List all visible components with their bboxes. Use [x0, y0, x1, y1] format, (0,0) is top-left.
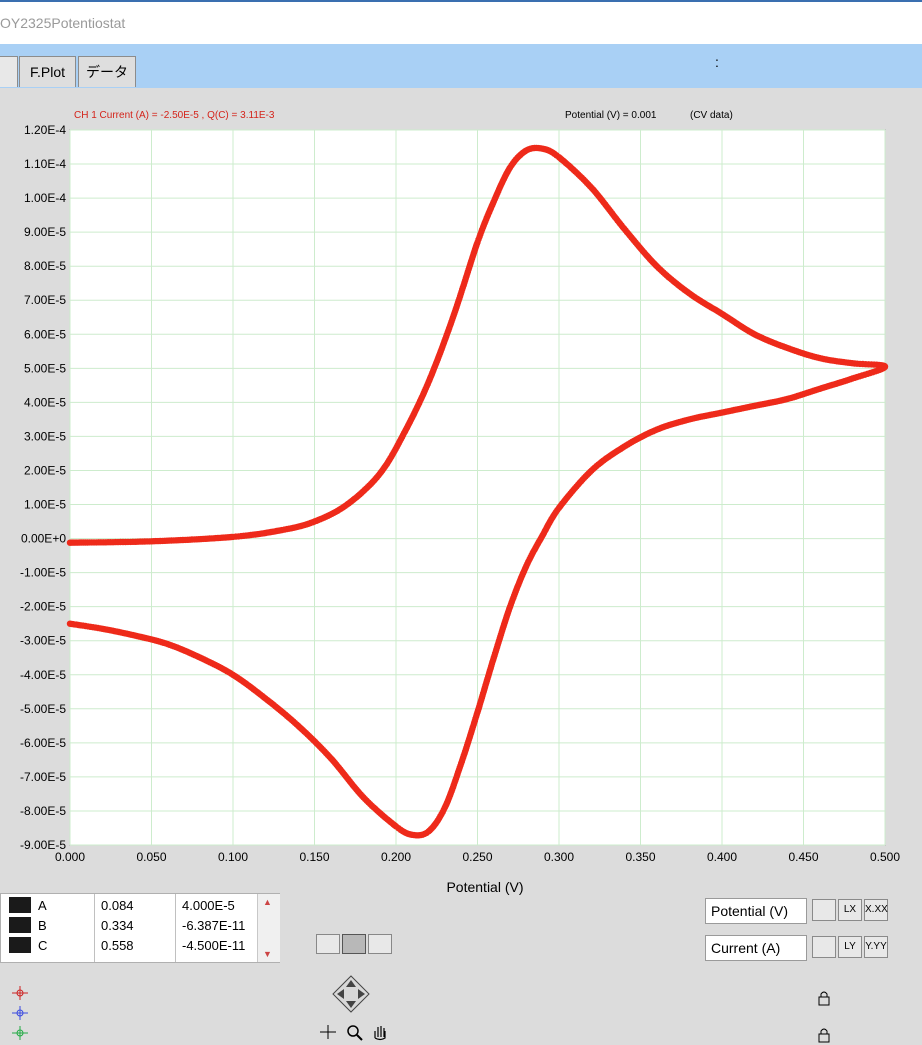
cursor-name: B	[38, 918, 47, 933]
x-tick-label: 0.100	[218, 850, 248, 864]
cursor-name: A	[38, 898, 47, 913]
cursor-name: C	[38, 938, 48, 953]
x-axis-label: Potential (V)	[446, 879, 523, 895]
x-autoscale-button[interactable]: LX	[838, 899, 862, 921]
y-tick-label: 5.00E-5	[24, 361, 66, 375]
x-format-button[interactable]: X.XX	[864, 899, 888, 921]
y-tick-label: 1.00E-4	[24, 191, 66, 205]
zoom-tool-button[interactable]	[342, 934, 366, 1041]
lock-icon	[818, 991, 830, 1006]
zoom-icon	[347, 1025, 363, 1041]
y-tick-label: 1.00E-5	[24, 498, 66, 512]
y-tick-label: 1.20E-4	[24, 123, 66, 137]
x-tick-label: 0.400	[707, 850, 737, 864]
title-bar: OY2325Potentiostat	[0, 0, 922, 44]
tab-bar: F.Plot データ :	[0, 44, 922, 88]
cv-chart: 1.20E-4 1.10E-4 1.00E-4 9.00E-5 8.00E-5 7.00E…	[20, 110, 900, 895]
y-tick-label: -2.00E-5	[20, 600, 66, 614]
y-tick-label: 4.00E-5	[24, 395, 66, 409]
cursor-x: 0.084	[101, 898, 134, 913]
y-tick-label: -3.00E-5	[20, 634, 66, 648]
y-tick-label: -8.00E-5	[20, 804, 66, 818]
cursor-row-b[interactable]: B 0.334 -6.387E-11	[1, 916, 281, 1020]
cursor-table: A 0.084 4.000E-5 B 0.334 -6.387E-11 C 0.…	[0, 893, 281, 1040]
y-tick-label: 1.10E-4	[24, 157, 66, 171]
x-axis-name-field[interactable]: Potential (V)	[705, 898, 807, 924]
y-tick-labels: 1.20E-4 1.10E-4 1.00E-4 9.00E-5 8.00E-5 7.00E…	[20, 123, 66, 852]
y-tick-label: 8.00E-5	[24, 259, 66, 273]
y-tick-label: 7.00E-5	[24, 293, 66, 307]
y-tick-label: 6.00E-5	[24, 327, 66, 341]
cursor-y: -6.387E-11	[182, 918, 246, 933]
y-tick-label: -7.00E-5	[20, 770, 66, 784]
tab-data[interactable]: データ	[78, 56, 136, 87]
x-tick-label: 0.350	[625, 850, 655, 864]
lock-icon	[818, 1028, 830, 1043]
x-tick-label: 0.000	[55, 850, 85, 864]
diamond-pad-icon	[332, 975, 370, 1013]
y-tick-label: -6.00E-5	[20, 736, 66, 750]
window-title: OY2325Potentiostat	[0, 15, 126, 31]
y-autoscale-button[interactable]: LY	[838, 936, 862, 958]
pan-tool-button[interactable]	[368, 934, 392, 1041]
tab-fplot[interactable]: F.Plot	[19, 56, 76, 87]
cursor-c-icon	[9, 937, 31, 1040]
x-lock-button[interactable]	[812, 899, 836, 1006]
crosshair-icon	[320, 1025, 336, 1039]
cursor-movement-pad[interactable]	[332, 887, 370, 1013]
x-tick-label: 0.150	[299, 850, 329, 864]
cursor-b-icon	[9, 917, 31, 1020]
tabbar-colon: :	[715, 54, 719, 70]
crosshair-tool-button[interactable]	[316, 934, 340, 1039]
graph-header-right-tag: (CV data)	[690, 110, 733, 121]
cursor-x: 0.334	[101, 918, 134, 933]
scroll-down-icon[interactable]: ▼	[263, 949, 272, 959]
cursor-row-a[interactable]: A 0.084 4.000E-5	[1, 896, 281, 1000]
y-tick-label: -4.00E-5	[20, 668, 66, 682]
y-tick-label: 2.00E-5	[24, 463, 66, 477]
x-tick-label: 0.200	[381, 850, 411, 864]
graph-header-left: CH 1 Current (A) = -2.50E-5 , Q(C) = 3.1…	[74, 110, 275, 121]
graph-header-right-label: Potential (V) = 0.001	[565, 110, 657, 121]
y-format-button[interactable]: Y.YY	[864, 936, 888, 958]
x-tick-label: 0.050	[136, 850, 166, 864]
y-tick-label: 9.00E-5	[24, 225, 66, 239]
y-tick-label: 3.00E-5	[24, 429, 66, 443]
cursor-a-icon	[9, 897, 31, 1000]
data-point	[66, 620, 74, 627]
y-axis-name-field[interactable]: Current (A)	[705, 935, 807, 961]
y-lock-button[interactable]	[812, 936, 836, 1043]
x-tick-label: 0.500	[870, 850, 900, 864]
y-tick-label: -5.00E-5	[20, 702, 66, 716]
x-tick-label: 0.300	[544, 850, 574, 864]
scroll-up-icon[interactable]: ▲	[263, 897, 272, 907]
y-tick-label: -1.00E-5	[20, 566, 66, 580]
y-tick-label: 0.00E+0	[21, 532, 66, 546]
tab-first[interactable]	[0, 56, 18, 87]
cursor-y: 4.000E-5	[182, 898, 235, 913]
cursor-table-scrollbar[interactable]: ▲ ▼	[257, 894, 280, 962]
cursor-row-c[interactable]: C 0.558 -4.500E-11	[1, 936, 281, 1040]
x-tick-label: 0.250	[462, 850, 492, 864]
cursor-y: -4.500E-11	[182, 938, 246, 953]
cursor-x: 0.558	[101, 938, 134, 953]
x-tick-labels: 0.000 0.050 0.100 0.150 0.200 0.250 0.300 0.350…	[55, 850, 900, 864]
x-tick-label: 0.450	[788, 850, 818, 864]
hand-icon	[374, 1026, 386, 1041]
